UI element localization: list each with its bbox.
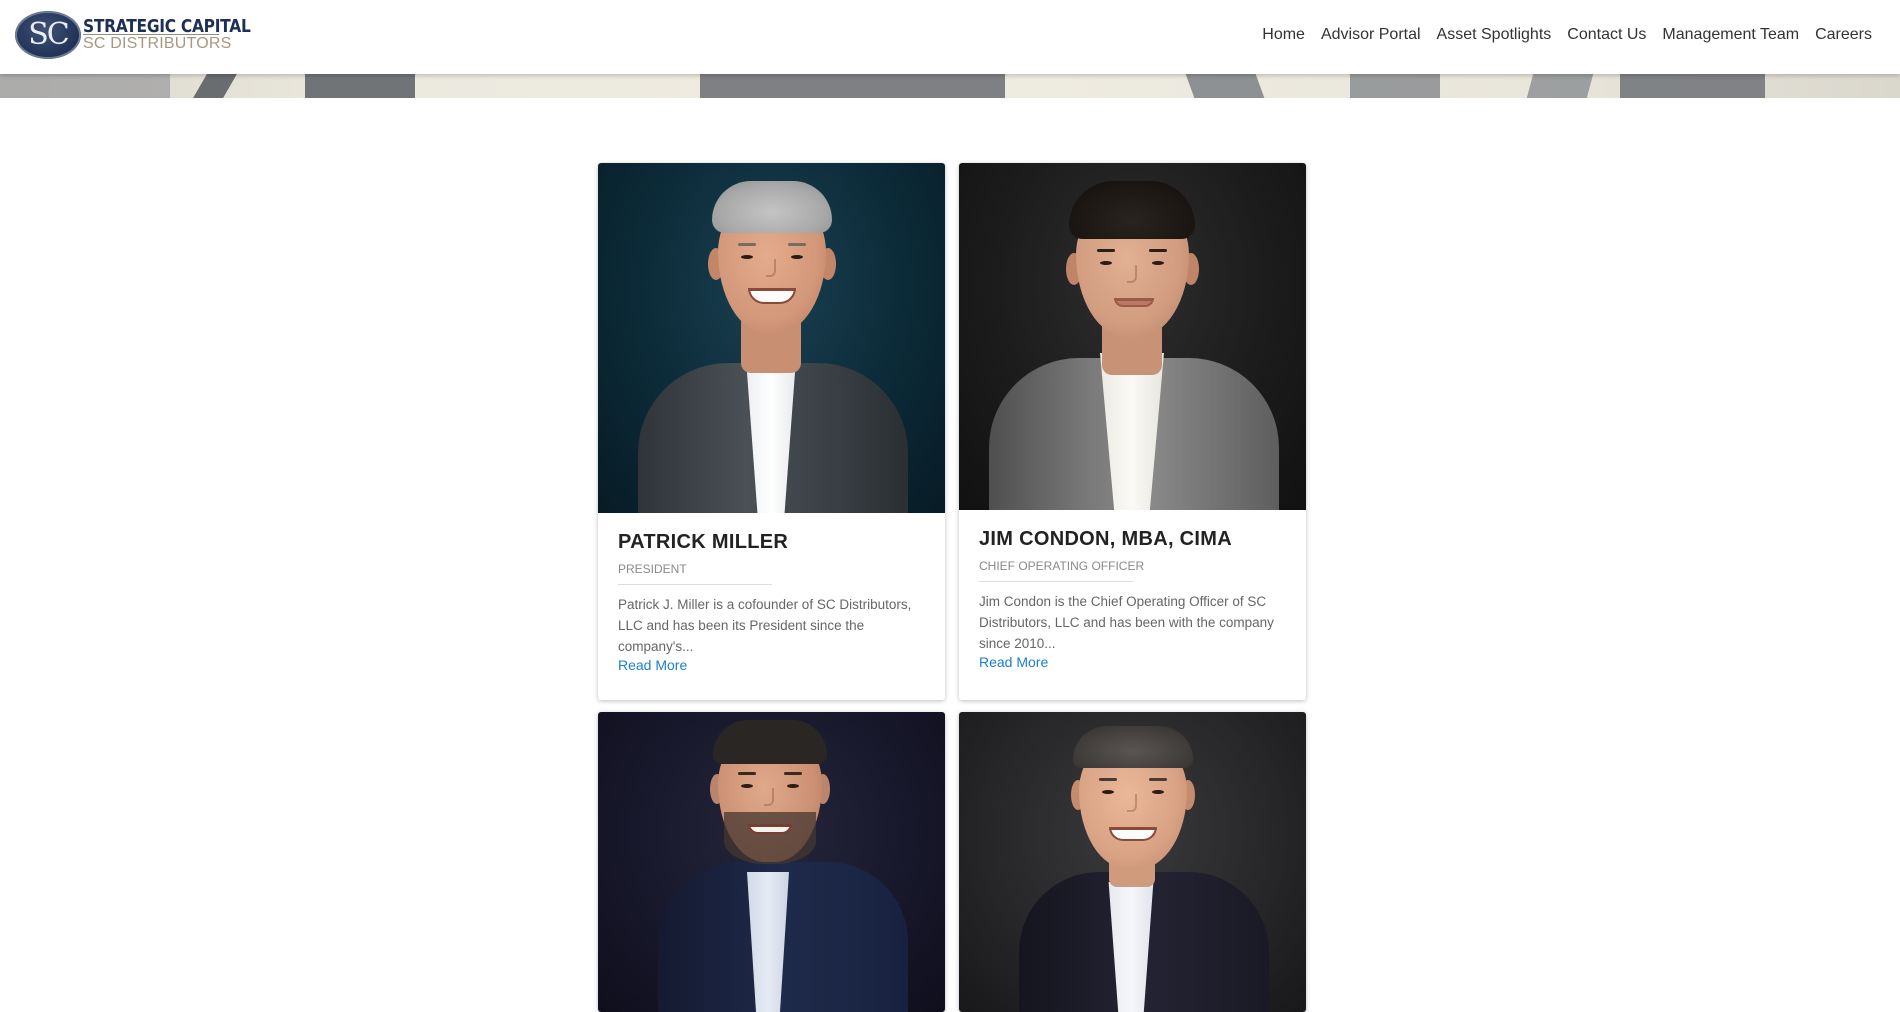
member-name: PATRICK MILLER — [618, 531, 789, 553]
team-member-photo — [598, 712, 945, 1012]
logo-subsidiary-name: SC DISTRIBUTORS — [83, 35, 232, 52]
nav-careers[interactable]: Careers — [1807, 26, 1880, 44]
member-title: CHIEF OPERATING OFFICER — [979, 559, 1145, 573]
team-member-photo — [959, 163, 1306, 510]
member-title: PRESIDENT — [618, 562, 687, 576]
card-divider — [618, 584, 772, 585]
member-bio-excerpt: Patrick J. Miller is a cofounder of SC D… — [618, 597, 912, 654]
team-card: PATRICK MILLER PRESIDENT Patrick J. Mill… — [598, 163, 945, 700]
team-card-body: JIM CONDON, MBA, CIMA CHIEF OPERATING OF… — [959, 510, 1306, 690]
nav-asset-spotlights[interactable]: Asset Spotlights — [1429, 26, 1560, 44]
team-card — [598, 712, 945, 1012]
logo-mark-text: SC — [28, 17, 70, 52]
logo-mark-icon: SC — [15, 11, 81, 59]
member-name: JIM CONDON, MBA, CIMA — [979, 528, 1232, 550]
team-card-body: PATRICK MILLER PRESIDENT Patrick J. Mill… — [598, 513, 945, 693]
site-logo[interactable]: SC STRATEGIC CAPITAL SC DISTRIBUTORS — [15, 10, 251, 62]
read-more-link[interactable]: Read More — [979, 654, 1048, 670]
main-nav: Home Advisor Portal Asset Spotlights Con… — [1254, 26, 1880, 44]
nav-contact-us[interactable]: Contact Us — [1559, 26, 1654, 44]
hero-banner-image — [0, 74, 1900, 98]
nav-advisor-portal[interactable]: Advisor Portal — [1313, 26, 1429, 44]
nav-home[interactable]: Home — [1254, 26, 1313, 44]
nav-management-team[interactable]: Management Team — [1654, 26, 1807, 44]
team-member-photo — [598, 163, 945, 513]
team-card — [959, 712, 1306, 1012]
read-more-link[interactable]: Read More — [618, 657, 687, 673]
team-member-photo — [959, 712, 1306, 1012]
team-card: JIM CONDON, MBA, CIMA CHIEF OPERATING OF… — [959, 163, 1306, 700]
member-bio-excerpt: Jim Condon is the Chief Operating Office… — [979, 594, 1274, 651]
site-header: SC STRATEGIC CAPITAL SC DISTRIBUTORS Hom… — [0, 0, 1900, 74]
card-divider — [979, 581, 1133, 582]
